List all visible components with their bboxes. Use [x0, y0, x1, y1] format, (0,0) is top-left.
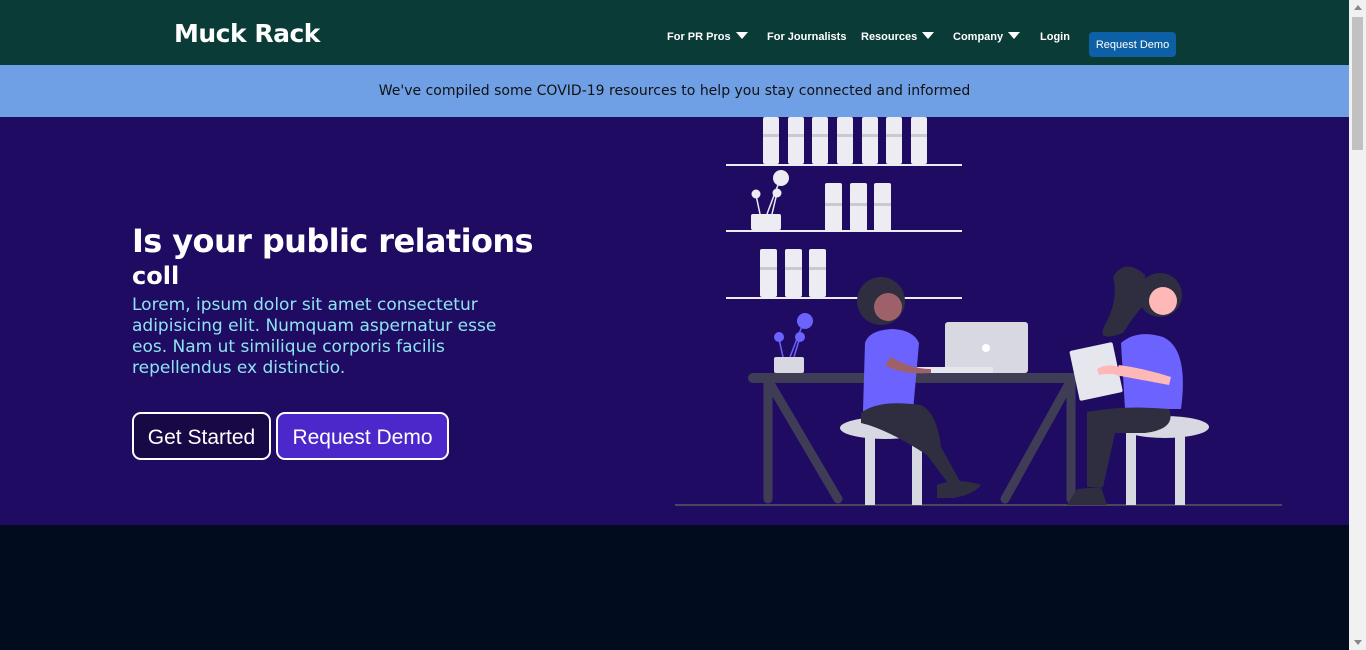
- nav-item-for-pr-pros[interactable]: For PR Pros: [667, 31, 748, 43]
- request-demo-button[interactable]: Request Demo: [276, 412, 449, 460]
- chevron-down-icon: [1008, 32, 1021, 39]
- nav-request-demo-button[interactable]: Request Demo: [1089, 32, 1176, 57]
- hero-rotating-word: coll: [132, 262, 180, 290]
- nav-item-label: Resources: [861, 31, 918, 43]
- nav-item-label: Login: [1040, 31, 1070, 43]
- nav-item-company[interactable]: Company: [953, 31, 1021, 43]
- nav-item-label: For Journalists: [767, 31, 847, 43]
- nav-item-label: Company: [953, 31, 1004, 43]
- scroll-down-icon[interactable]: [1354, 640, 1362, 645]
- nav-item-for-journalists[interactable]: For Journalists: [767, 31, 846, 43]
- office-illustration: [675, 117, 1282, 506]
- announcement-banner[interactable]: We've compiled some COVID-19 resources t…: [0, 65, 1349, 117]
- brand-logo[interactable]: Muck Rack: [174, 17, 320, 51]
- hero-headline: Is your public relations: [132, 222, 534, 260]
- get-started-button[interactable]: Get Started: [132, 412, 271, 460]
- nav-item-label: For PR Pros: [667, 31, 731, 43]
- hero-lead-text: Lorem, ipsum dolor sit amet consectetur …: [132, 295, 497, 378]
- scroll-up-icon[interactable]: [1354, 5, 1362, 10]
- scrollbar-thumb[interactable]: [1352, 17, 1363, 150]
- chevron-down-icon: [922, 32, 935, 39]
- nav-item-resources[interactable]: Resources: [861, 31, 935, 43]
- chevron-down-icon: [735, 32, 748, 39]
- navbar: Muck Rack For PR Pros For Journalists Re…: [0, 0, 1349, 65]
- nav-item-login[interactable]: Login: [1040, 31, 1070, 43]
